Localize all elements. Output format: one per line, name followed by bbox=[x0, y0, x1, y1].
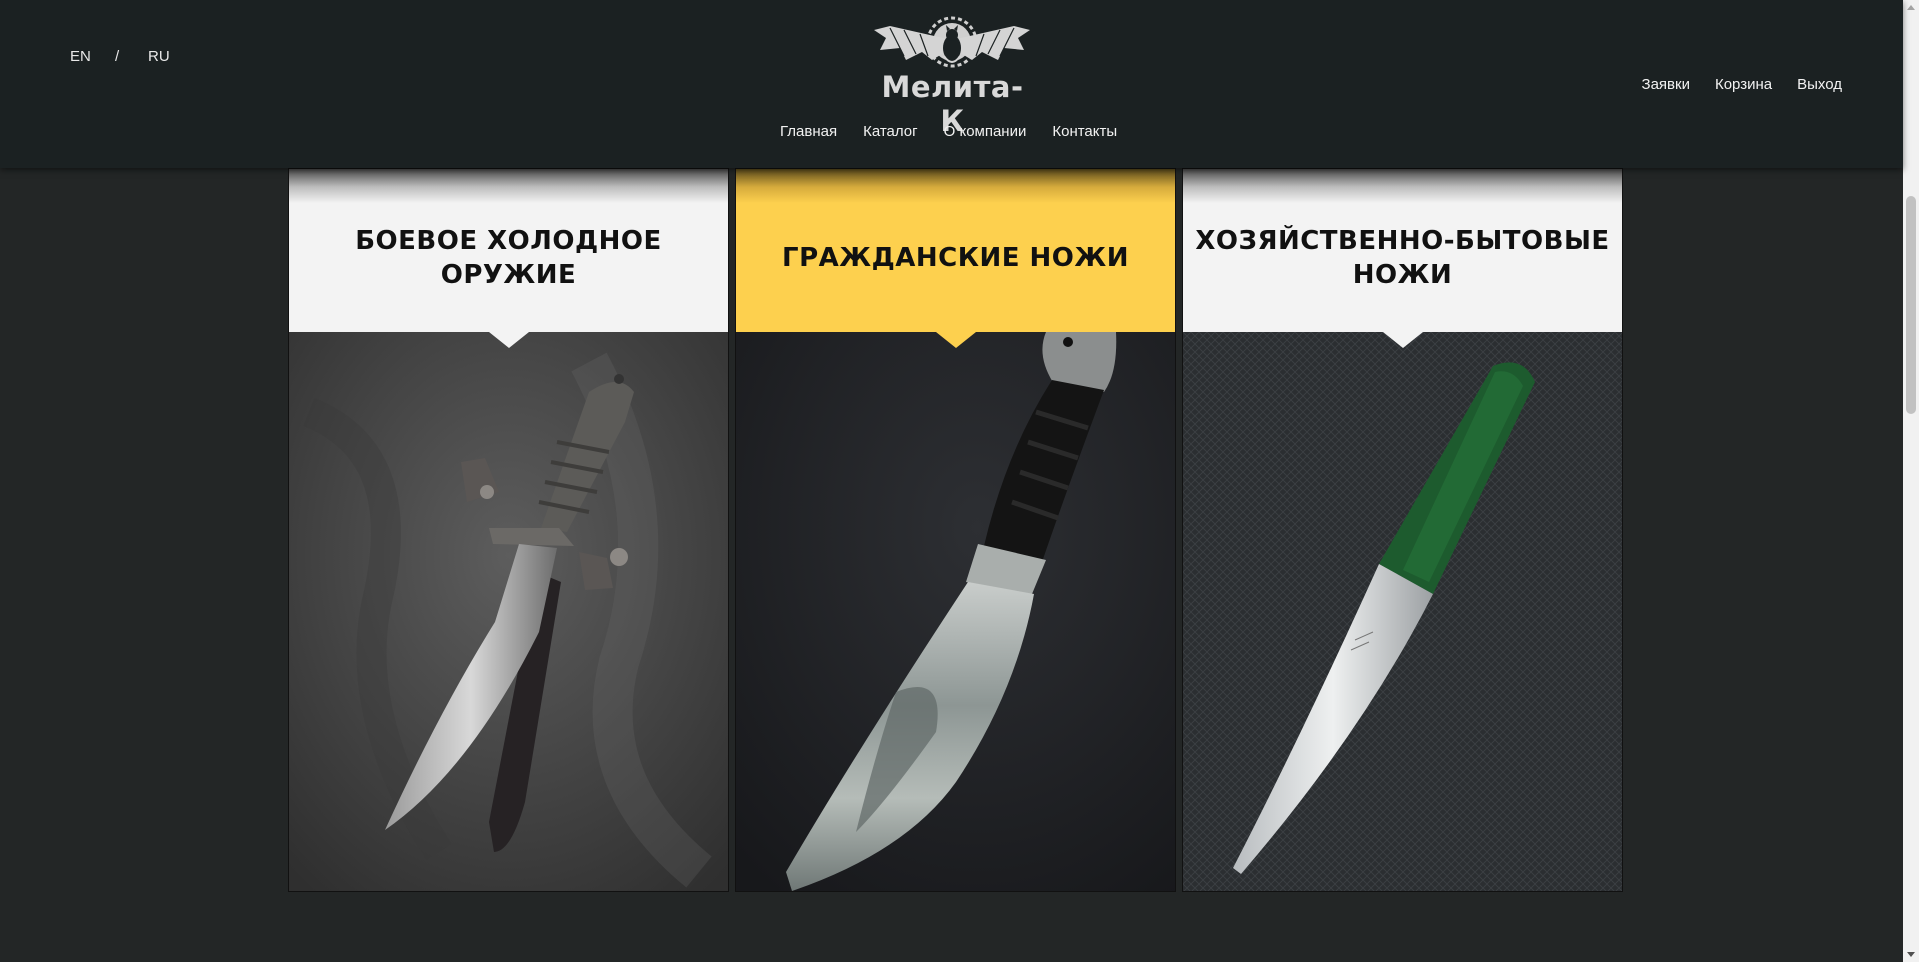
household-knife-image bbox=[1183, 332, 1622, 891]
combat-knife-image bbox=[289, 332, 728, 891]
nav-home[interactable]: Главная bbox=[780, 123, 837, 140]
nav-logout[interactable]: Выход bbox=[1797, 76, 1842, 93]
scroll-down-icon[interactable] bbox=[1907, 952, 1915, 957]
bat-logo-icon bbox=[874, 16, 1030, 68]
scroll-up-icon[interactable] bbox=[1907, 5, 1915, 10]
site-header: EN / RU Мелита-К Главная Каталог О компа… bbox=[0, 0, 1903, 168]
card-notch bbox=[1382, 332, 1423, 348]
card-header: БОЕВОЕ ХОЛОДНОЕ ОРУЖИЕ bbox=[289, 169, 728, 332]
category-card-combat[interactable]: БОЕВОЕ ХОЛОДНОЕ ОРУЖИЕ bbox=[288, 168, 729, 892]
card-notch bbox=[935, 332, 976, 348]
civil-knife-image bbox=[736, 332, 1175, 891]
lang-en-link[interactable]: EN bbox=[70, 48, 115, 65]
main-nav: Главная Каталог О компании Контакты bbox=[780, 123, 1117, 140]
category-card-household[interactable]: ХОЗЯЙСТВЕННО-БЫТОВЫЕ НОЖИ bbox=[1182, 168, 1623, 892]
lang-separator: / bbox=[115, 48, 120, 65]
category-card-civil[interactable]: ГРАЖДАНСКИЕ НОЖИ bbox=[735, 168, 1176, 892]
nav-catalog[interactable]: Каталог bbox=[863, 123, 918, 140]
site-logo[interactable]: Мелита-К bbox=[870, 16, 1035, 138]
language-switcher: EN / RU bbox=[70, 48, 170, 65]
user-nav: Заявки Корзина Выход bbox=[1642, 76, 1842, 93]
card-header: ГРАЖДАНСКИЕ НОЖИ bbox=[736, 169, 1175, 332]
page-scrollbar[interactable] bbox=[1903, 0, 1919, 962]
card-notch bbox=[488, 332, 529, 348]
card-header: ХОЗЯЙСТВЕННО-БЫТОВЫЕ НОЖИ bbox=[1183, 169, 1622, 332]
scroll-thumb[interactable] bbox=[1906, 196, 1916, 414]
nav-requests[interactable]: Заявки bbox=[1642, 76, 1690, 93]
card-title: БОЕВОЕ ХОЛОДНОЕ ОРУЖИЕ bbox=[355, 225, 662, 290]
card-title: ГРАЖДАНСКИЕ НОЖИ bbox=[782, 242, 1129, 273]
lang-ru-link[interactable]: RU bbox=[148, 48, 170, 65]
nav-about[interactable]: О компании bbox=[944, 123, 1027, 140]
card-title: ХОЗЯЙСТВЕННО-БЫТОВЫЕ НОЖИ bbox=[1195, 225, 1610, 290]
nav-cart[interactable]: Корзина bbox=[1715, 76, 1772, 93]
nav-contacts[interactable]: Контакты bbox=[1052, 123, 1117, 140]
category-cards: БОЕВОЕ ХОЛОДНОЕ ОРУЖИЕ ГРАЖДАНСКИЕ НОЖИ … bbox=[288, 168, 1623, 892]
